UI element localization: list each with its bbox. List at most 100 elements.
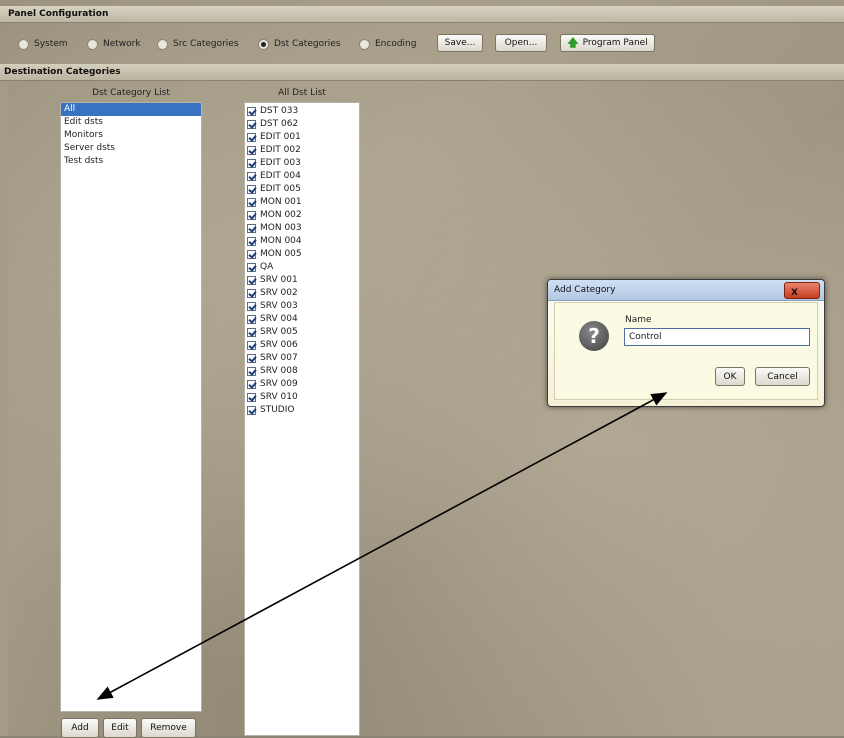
toolbar: System Network Src Categories Dst Catego…	[0, 28, 844, 54]
up-arrow-icon: 🡅	[567, 35, 579, 49]
dst-list-item[interactable]: SRV 004	[245, 313, 359, 326]
checkbox[interactable]	[247, 341, 256, 350]
name-label: Name	[625, 315, 652, 325]
dialog-title-bar[interactable]: Add Category X	[548, 280, 824, 301]
checkbox[interactable]	[247, 133, 256, 142]
dst-list-item[interactable]: MON 004	[245, 235, 359, 248]
dst-list-item[interactable]: SRV 007	[245, 352, 359, 365]
dst-item-label: STUDIO	[260, 405, 295, 415]
edit-button[interactable]: Edit	[103, 718, 137, 738]
checkbox[interactable]	[247, 159, 256, 168]
dst-list-item[interactable]: STUDIO	[245, 404, 359, 417]
dst-list-item[interactable]: EDIT 003	[245, 157, 359, 170]
dst-item-label: MON 001	[260, 197, 302, 207]
window-title: Panel Configuration	[8, 9, 109, 19]
dst-item-label: MON 005	[260, 249, 302, 259]
dst-list[interactable]: DST 033 DST 062 EDIT 001 EDIT 002 EDIT 003 ED…	[244, 102, 360, 736]
cancel-button[interactable]: Cancel	[755, 367, 810, 386]
dst-item-label: MON 003	[260, 223, 302, 233]
dst-list-item[interactable]: SRV 010	[245, 391, 359, 404]
dst-item-label: EDIT 002	[260, 145, 301, 155]
program-panel-button[interactable]: 🡅 Program Panel	[560, 34, 655, 52]
dst-list-item[interactable]: MON 001	[245, 196, 359, 209]
checkbox[interactable]	[247, 120, 256, 129]
radio-label: Dst Categories	[274, 39, 341, 49]
checkbox[interactable]	[247, 172, 256, 181]
checkbox[interactable]	[247, 328, 256, 337]
radio-dst-categories[interactable]: Dst Categories	[258, 37, 341, 51]
category-item-edit-dsts[interactable]: Edit dsts	[61, 116, 201, 129]
radio-indicator[interactable]	[157, 38, 168, 50]
ok-button[interactable]: OK	[715, 367, 745, 386]
category-item-test-dsts[interactable]: Test dsts	[61, 155, 201, 168]
dst-list-header: All Dst List	[278, 88, 326, 98]
dst-list-item[interactable]: DST 033	[245, 105, 359, 118]
dst-list-item[interactable]: MON 005	[245, 248, 359, 261]
category-item-server-dsts[interactable]: Server dsts	[61, 142, 201, 155]
radio-indicator[interactable]	[87, 38, 98, 50]
checkbox[interactable]	[247, 406, 256, 415]
radio-indicator[interactable]	[18, 38, 29, 50]
section-header: Destination Categories	[0, 64, 844, 81]
category-list-header: Dst Category List	[92, 88, 170, 98]
dst-list-item[interactable]: SRV 001	[245, 274, 359, 287]
cancel-button-label: Cancel	[767, 371, 798, 382]
remove-button[interactable]: Remove	[141, 718, 196, 738]
checkbox[interactable]	[247, 315, 256, 324]
checkbox[interactable]	[247, 237, 256, 246]
category-list[interactable]: All Edit dsts Monitors Server dsts Test …	[60, 102, 202, 712]
dst-item-label: SRV 009	[260, 379, 298, 389]
dst-list-item[interactable]: SRV 006	[245, 339, 359, 352]
checkbox[interactable]	[247, 185, 256, 194]
dialog-title: Add Category	[554, 285, 616, 295]
dst-list-item[interactable]: MON 003	[245, 222, 359, 235]
radio-src-categories[interactable]: Src Categories	[157, 37, 239, 51]
save-button[interactable]: Save...	[437, 34, 483, 52]
checkbox[interactable]	[247, 354, 256, 363]
dst-item-label: SRV 001	[260, 275, 298, 285]
checkbox[interactable]	[247, 393, 256, 402]
checkbox[interactable]	[247, 224, 256, 233]
checkbox[interactable]	[247, 380, 256, 389]
radio-indicator[interactable]	[359, 38, 370, 50]
dialog-close-button[interactable]: X	[784, 282, 820, 299]
open-button[interactable]: Open...	[495, 34, 547, 52]
dst-item-label: SRV 008	[260, 366, 298, 376]
checkbox[interactable]	[247, 250, 256, 259]
checkbox[interactable]	[247, 211, 256, 220]
radio-system[interactable]: System	[18, 37, 68, 51]
checkbox[interactable]	[247, 367, 256, 376]
radio-encoding[interactable]: Encoding	[359, 37, 416, 51]
checkbox[interactable]	[247, 146, 256, 155]
dst-list-item[interactable]: EDIT 004	[245, 170, 359, 183]
category-item-monitors[interactable]: Monitors	[61, 129, 201, 142]
checkbox[interactable]	[247, 263, 256, 272]
name-input[interactable]: Control	[624, 328, 810, 346]
checkbox[interactable]	[247, 289, 256, 298]
dst-list-item[interactable]: QA	[245, 261, 359, 274]
dst-list-item[interactable]: SRV 005	[245, 326, 359, 339]
radio-indicator[interactable]	[258, 38, 269, 50]
question-icon: ?	[579, 321, 609, 351]
add-button-label: Add	[71, 723, 89, 733]
radio-label: Encoding	[375, 39, 417, 49]
dst-list-item[interactable]: MON 002	[245, 209, 359, 222]
radio-network[interactable]: Network	[87, 37, 141, 51]
checkbox[interactable]	[247, 302, 256, 311]
add-button[interactable]: Add	[61, 718, 99, 738]
dst-item-label: EDIT 005	[260, 184, 301, 194]
dst-list-item[interactable]: SRV 002	[245, 287, 359, 300]
category-item-all[interactable]: All	[61, 103, 201, 116]
dst-list-item[interactable]: SRV 003	[245, 300, 359, 313]
add-category-dialog: Add Category X ? Name Control OK Cancel	[547, 279, 825, 407]
dst-item-label: DST 033	[260, 106, 299, 116]
dst-list-item[interactable]: DST 062	[245, 118, 359, 131]
checkbox[interactable]	[247, 107, 256, 116]
dst-list-item[interactable]: EDIT 005	[245, 183, 359, 196]
checkbox[interactable]	[247, 198, 256, 207]
checkbox[interactable]	[247, 276, 256, 285]
dst-list-item[interactable]: EDIT 002	[245, 144, 359, 157]
dst-list-item[interactable]: EDIT 001	[245, 131, 359, 144]
dst-list-item[interactable]: SRV 008	[245, 365, 359, 378]
dst-list-item[interactable]: SRV 009	[245, 378, 359, 391]
